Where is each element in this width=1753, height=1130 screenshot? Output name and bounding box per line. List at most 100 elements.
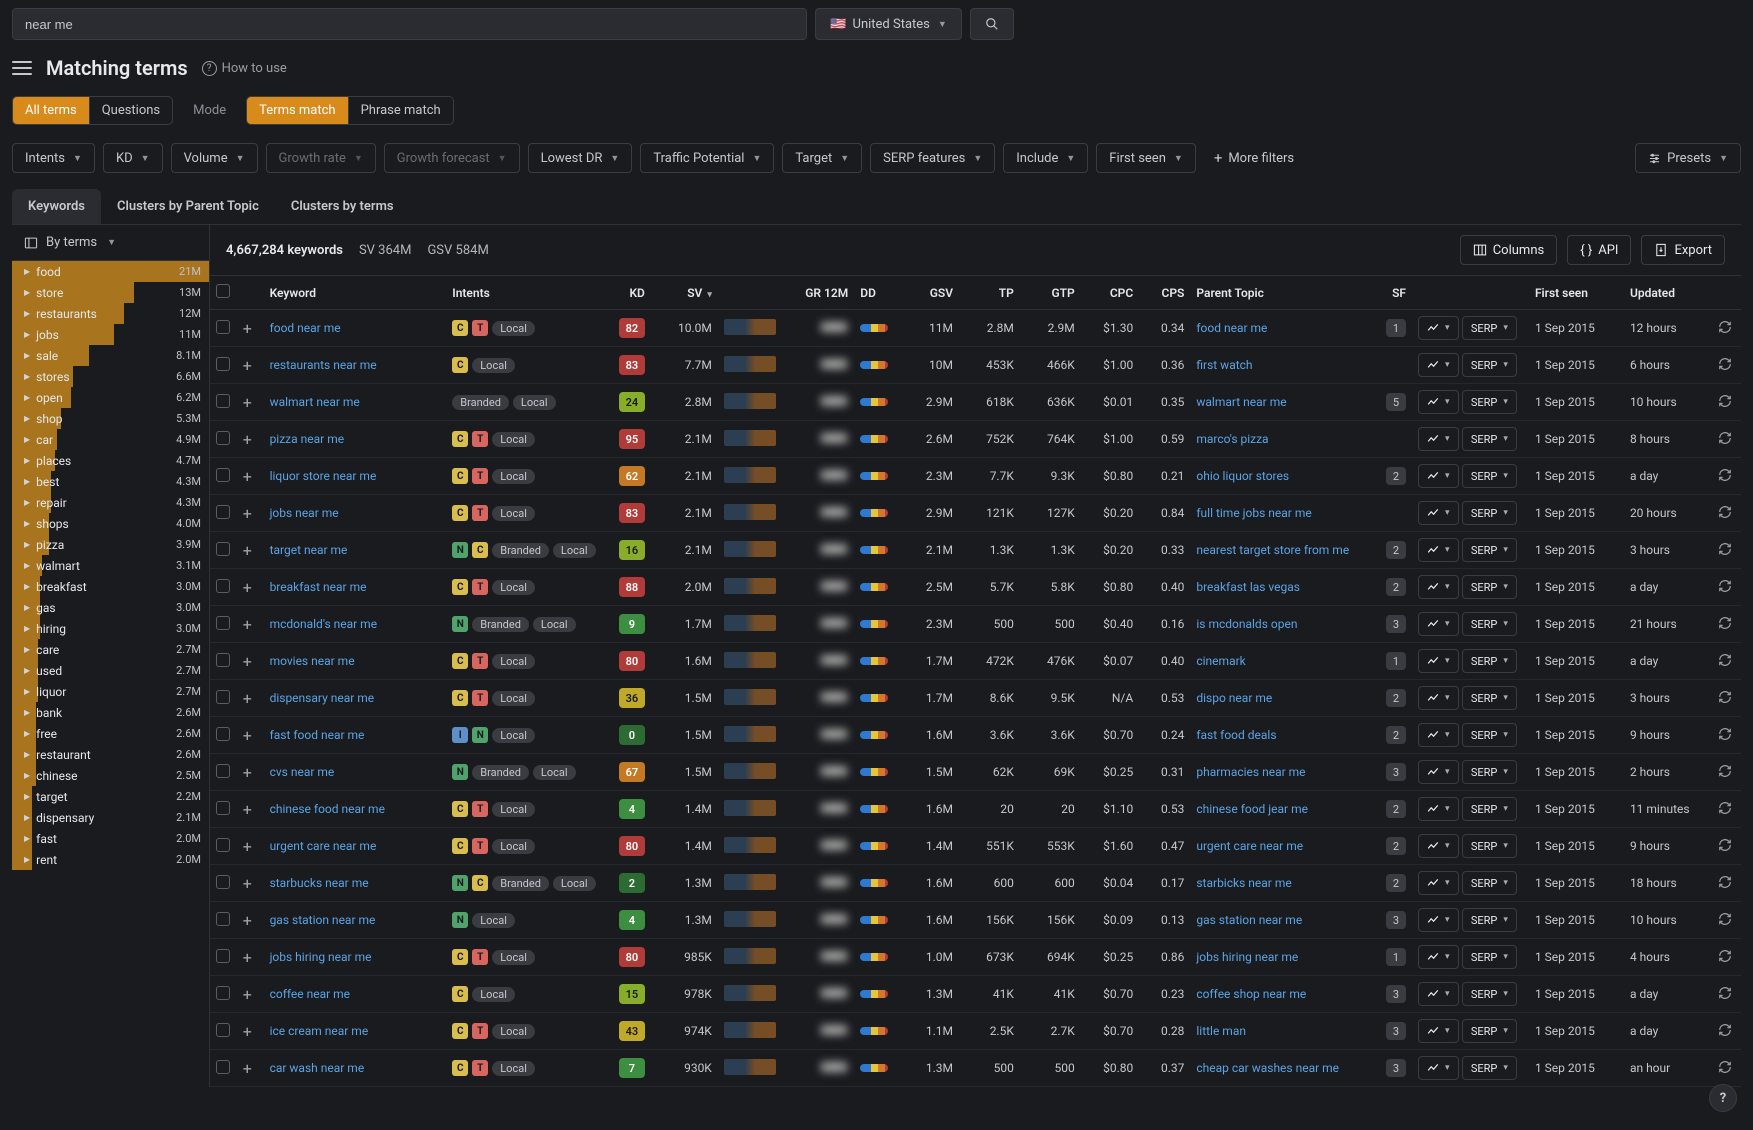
- filter-include[interactable]: Include▼: [1003, 143, 1088, 173]
- refresh-icon[interactable]: [1718, 579, 1732, 596]
- row-checkbox[interactable]: [216, 579, 230, 593]
- export-button[interactable]: Export: [1641, 235, 1725, 265]
- row-checkbox[interactable]: [216, 727, 230, 741]
- parent-topic-link[interactable]: first watch: [1196, 358, 1252, 372]
- row-checkbox[interactable]: [216, 1023, 230, 1037]
- filter-intents[interactable]: Intents▼: [12, 143, 95, 173]
- serp-btn[interactable]: SERP ▾: [1462, 501, 1517, 525]
- refresh-icon[interactable]: [1718, 727, 1732, 744]
- refresh-icon[interactable]: [1718, 986, 1732, 1003]
- parent-topic-link[interactable]: little man: [1196, 1024, 1246, 1038]
- parent-topic-link[interactable]: urgent care near me: [1196, 839, 1303, 853]
- row-checkbox[interactable]: [216, 875, 230, 889]
- keyword-link[interactable]: jobs hiring near me: [270, 950, 372, 964]
- col-keyword[interactable]: Keyword: [264, 276, 447, 310]
- serp-btn[interactable]: SERP ▾: [1462, 612, 1517, 636]
- refresh-icon[interactable]: [1718, 1060, 1732, 1077]
- expand-row-icon[interactable]: +: [243, 467, 252, 486]
- tab-clusters-terms[interactable]: Clusters by terms: [275, 189, 410, 224]
- parent-topic-link[interactable]: breakfast las vegas: [1196, 580, 1300, 594]
- sidebar-item-used[interactable]: ▶ used 2.7M: [12, 660, 209, 681]
- col-gtp[interactable]: GTP: [1020, 276, 1081, 310]
- sidebar-item-stores[interactable]: ▶ stores 6.6M: [12, 366, 209, 387]
- parent-topic-link[interactable]: jobs hiring near me: [1196, 950, 1298, 964]
- chart-btn[interactable]: ▾: [1418, 723, 1459, 747]
- serp-btn[interactable]: SERP ▾: [1462, 871, 1517, 895]
- refresh-icon[interactable]: [1718, 1023, 1732, 1040]
- refresh-icon[interactable]: [1718, 912, 1732, 929]
- chart-btn[interactable]: ▾: [1418, 612, 1459, 636]
- parent-topic-link[interactable]: marco's pizza: [1196, 432, 1268, 446]
- search-button[interactable]: [970, 8, 1014, 40]
- serp-btn[interactable]: SERP ▾: [1462, 575, 1517, 599]
- sidebar-item-gas[interactable]: ▶ gas 3.0M: [12, 597, 209, 618]
- row-checkbox[interactable]: [216, 912, 230, 926]
- expand-row-icon[interactable]: +: [243, 1022, 252, 1041]
- parent-topic-link[interactable]: walmart near me: [1196, 395, 1286, 409]
- serp-btn[interactable]: SERP ▾: [1462, 982, 1517, 1006]
- sidebar-item-best[interactable]: ▶ best 4.3M: [12, 471, 209, 492]
- chart-btn[interactable]: ▾: [1418, 464, 1459, 488]
- row-checkbox[interactable]: [216, 431, 230, 445]
- chart-btn[interactable]: ▾: [1418, 871, 1459, 895]
- sidebar-item-liquor[interactable]: ▶ liquor 2.7M: [12, 681, 209, 702]
- seg-all-terms[interactable]: All terms: [13, 97, 89, 124]
- keyword-link[interactable]: breakfast near me: [270, 580, 367, 594]
- sidebar-item-free[interactable]: ▶ free 2.6M: [12, 723, 209, 744]
- chart-btn[interactable]: ▾: [1418, 353, 1459, 377]
- more-filters[interactable]: +More filters: [1204, 149, 1304, 167]
- parent-topic-link[interactable]: chinese food jear me: [1196, 802, 1308, 816]
- filter-target[interactable]: Target▼: [782, 143, 862, 173]
- col-parent-topic[interactable]: Parent Topic: [1190, 276, 1373, 310]
- serp-btn[interactable]: SERP ▾: [1462, 945, 1517, 969]
- expand-row-icon[interactable]: +: [243, 763, 252, 782]
- row-checkbox[interactable]: [216, 394, 230, 408]
- filter-growth-forecast[interactable]: Growth forecast▼: [384, 143, 520, 173]
- parent-topic-link[interactable]: coffee shop near me: [1196, 987, 1306, 1001]
- chart-btn[interactable]: ▾: [1418, 390, 1459, 414]
- col-cps[interactable]: CPS: [1139, 276, 1190, 310]
- col-sf[interactable]: SF: [1373, 276, 1412, 310]
- col-kd[interactable]: KD: [605, 276, 651, 310]
- seg-phrase-match[interactable]: Phrase match: [348, 97, 453, 124]
- filter-first-seen[interactable]: First seen▼: [1096, 143, 1196, 173]
- refresh-icon[interactable]: [1718, 542, 1732, 559]
- sidebar-item-care[interactable]: ▶ care 2.7M: [12, 639, 209, 660]
- sidebar-item-food[interactable]: ▶ food 21M: [12, 261, 209, 282]
- search-input[interactable]: [12, 8, 807, 40]
- parent-topic-link[interactable]: is mcdonalds open: [1196, 617, 1297, 631]
- serp-btn[interactable]: SERP ▾: [1462, 538, 1517, 562]
- serp-btn[interactable]: SERP ▾: [1462, 760, 1517, 784]
- parent-topic-link[interactable]: nearest target store from me: [1196, 543, 1349, 557]
- filter-volume[interactable]: Volume▼: [171, 143, 258, 173]
- chart-btn[interactable]: ▾: [1418, 538, 1459, 562]
- serp-btn[interactable]: SERP ▾: [1462, 390, 1517, 414]
- chart-btn[interactable]: ▾: [1418, 945, 1459, 969]
- row-checkbox[interactable]: [216, 357, 230, 371]
- keyword-link[interactable]: mcdonald's near me: [270, 617, 378, 631]
- keyword-link[interactable]: movies near me: [270, 654, 355, 668]
- sidebar-item-bank[interactable]: ▶ bank 2.6M: [12, 702, 209, 723]
- chart-btn[interactable]: ▾: [1418, 575, 1459, 599]
- seg-terms-match[interactable]: Terms match: [247, 97, 347, 124]
- serp-btn[interactable]: SERP ▾: [1462, 686, 1517, 710]
- expand-row-icon[interactable]: +: [243, 800, 252, 819]
- row-checkbox[interactable]: [216, 468, 230, 482]
- col-cpc[interactable]: CPC: [1081, 276, 1139, 310]
- keyword-link[interactable]: walmart near me: [270, 395, 360, 409]
- seg-questions[interactable]: Questions: [89, 97, 172, 124]
- expand-row-icon[interactable]: +: [243, 837, 252, 856]
- row-checkbox[interactable]: [216, 542, 230, 556]
- keyword-link[interactable]: cvs near me: [270, 765, 335, 779]
- row-checkbox[interactable]: [216, 320, 230, 334]
- expand-row-icon[interactable]: +: [243, 874, 252, 893]
- filter-lowest-dr[interactable]: Lowest DR▼: [528, 143, 633, 173]
- col-gsv[interactable]: GSV: [901, 276, 959, 310]
- parent-topic-link[interactable]: cheap car washes near me: [1196, 1061, 1339, 1075]
- col-intents[interactable]: Intents: [446, 276, 604, 310]
- col-gr12m[interactable]: GR 12M: [791, 276, 854, 310]
- sidebar-item-shops[interactable]: ▶ shops 4.0M: [12, 513, 209, 534]
- refresh-icon[interactable]: [1718, 320, 1732, 337]
- sidebar-item-car[interactable]: ▶ car 4.9M: [12, 429, 209, 450]
- keyword-link[interactable]: target near me: [270, 543, 348, 557]
